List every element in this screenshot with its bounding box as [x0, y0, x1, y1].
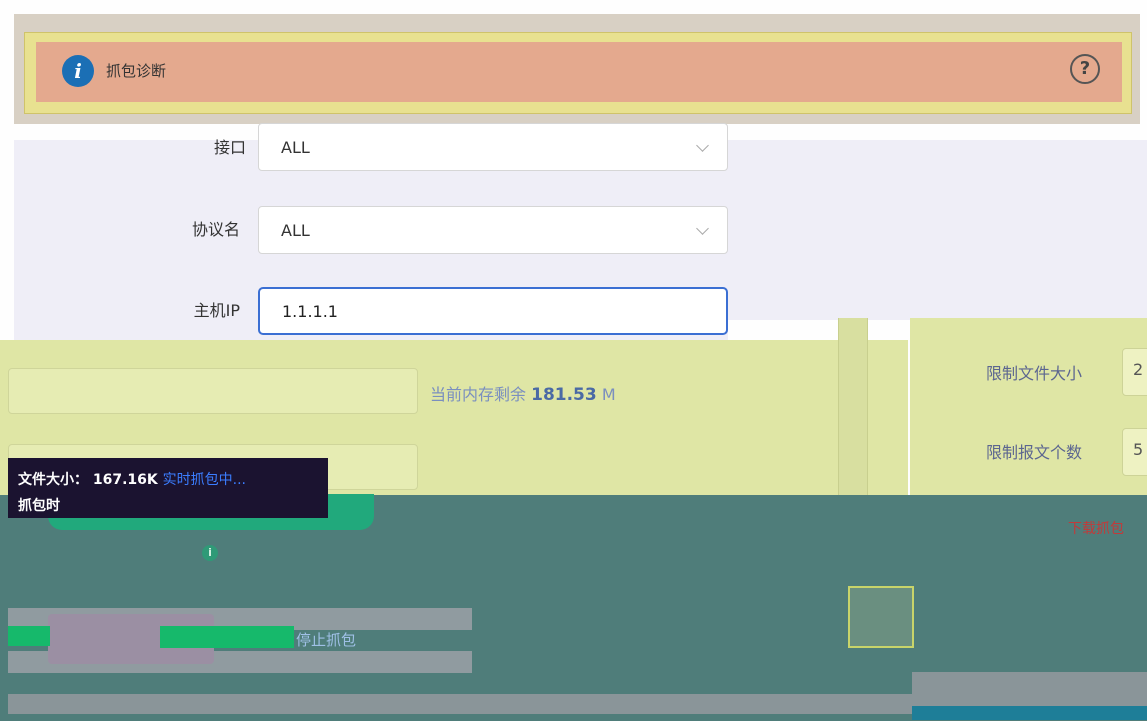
interface-label: 接口 — [213, 138, 246, 157]
help-icon[interactable]: ? — [1070, 54, 1100, 84]
status-indicator — [8, 626, 50, 646]
memory-prefix: 当前内存剩余 — [430, 385, 527, 404]
packet-count-limit-value: 5 — [1133, 440, 1144, 459]
protocol-select-value: ALL — [281, 221, 310, 240]
protocol-label: 协议名 — [191, 220, 240, 239]
host-ip-value: 1.1.1.1 — [282, 302, 338, 321]
info-icon: i — [202, 545, 218, 561]
tooltip-file-size-value: 167.16K — [92, 472, 158, 488]
memory-field[interactable] — [8, 368, 418, 414]
packet-count-limit-input[interactable]: 5 — [1122, 428, 1147, 476]
status-indicator-bar — [160, 626, 294, 648]
limits-panel — [910, 318, 1147, 496]
tooltip-status: 实时抓包中... — [162, 472, 246, 488]
file-size-limit-value: 2 — [1133, 360, 1144, 379]
chevron-down-icon — [696, 139, 709, 152]
page-title: 抓包诊断 — [106, 62, 167, 80]
footer-right-accent — [912, 706, 1147, 720]
info-icon: i — [62, 55, 94, 87]
interface-select-value: ALL — [281, 138, 310, 157]
memory-value: 181.53 — [531, 385, 597, 405]
panel-divider — [838, 318, 868, 498]
file-size-limit-input[interactable]: 2 — [1122, 348, 1147, 396]
tooltip-file-size-label: 文件大小： — [18, 472, 88, 488]
footer-right-box — [912, 672, 1147, 696]
chevron-down-icon — [696, 222, 709, 235]
memory-unit: M — [601, 385, 616, 404]
section-banner — [36, 42, 1122, 102]
memory-remaining: 当前内存剩余 181.53 M — [430, 383, 616, 407]
download-button[interactable]: 下载抓包 — [1068, 518, 1124, 540]
host-ip-input[interactable]: 1.1.1.1 — [258, 287, 728, 335]
file-size-limit-label: 限制文件大小 — [986, 364, 1083, 383]
packet-count-limit-label: 限制报文个数 — [986, 443, 1083, 462]
tooltip-capture-time: 抓包时 — [18, 498, 60, 514]
interface-select[interactable]: ALL — [258, 123, 728, 171]
protocol-select[interactable]: ALL — [258, 206, 728, 254]
capture-graphic — [848, 586, 914, 648]
stop-capture-button[interactable]: 停止抓包 — [296, 630, 356, 650]
tooltip-file-size: 文件大小： 167.16K 实时抓包中... — [18, 470, 246, 490]
host-ip-label: 主机IP — [193, 301, 240, 320]
